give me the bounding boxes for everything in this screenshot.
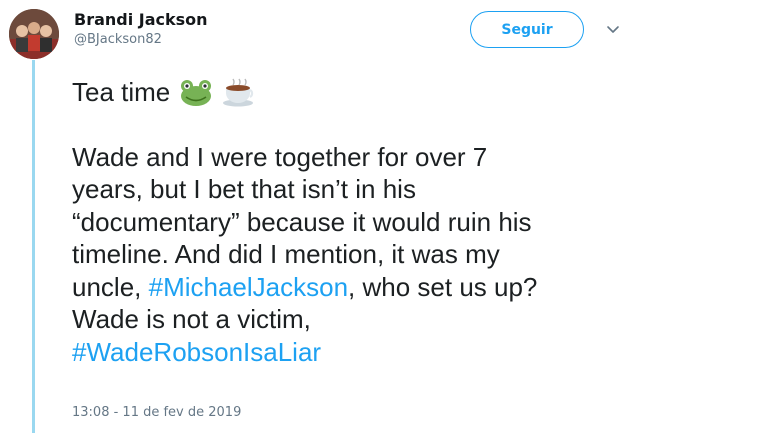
tweet-line: timeline. And did I mention, it was my xyxy=(72,239,500,269)
tweet-line-hashtag: uncle, #MichaelJackson, who set us up? xyxy=(72,271,692,304)
avatar[interactable] xyxy=(9,9,59,59)
thread-line xyxy=(32,60,35,433)
follow-button[interactable]: Seguir xyxy=(470,11,584,48)
author-name[interactable]: Brandi Jackson xyxy=(74,10,208,30)
tweet-line: years, but I bet that isn’t in his xyxy=(72,174,416,204)
tweet-text-fragment: , who set us up? xyxy=(348,271,538,302)
hashtag-link[interactable]: #MichaelJackson xyxy=(149,272,348,302)
tweet-timestamp[interactable]: 13:08 - 11 de fev de 2019 xyxy=(72,405,241,420)
tweet-intro-line: Tea time xyxy=(72,76,692,109)
hashtag-link[interactable]: #WadeRobsonIsaLiar xyxy=(72,337,321,367)
tweet-line: Wade is not a victim, xyxy=(72,304,311,334)
chevron-down-icon[interactable] xyxy=(605,23,621,37)
tweet-text: Tea time Wade and I were together for ov… xyxy=(72,76,692,368)
tweet-intro: Tea time xyxy=(72,77,171,107)
author-block: Brandi Jackson @BJackson82 xyxy=(74,10,208,49)
tweet-line: Wade and I were together for over 7 xyxy=(72,141,488,172)
author-handle[interactable]: @BJackson82 xyxy=(74,31,208,49)
tweet-line: “documentary” because it would ruin his xyxy=(72,206,532,237)
tweet-text-fragment: uncle, xyxy=(72,271,149,302)
frog-icon xyxy=(180,80,211,106)
tea-cup-icon xyxy=(222,78,253,107)
tweet-line-hashtag: #WadeRobsonIsaLiar xyxy=(72,336,692,369)
